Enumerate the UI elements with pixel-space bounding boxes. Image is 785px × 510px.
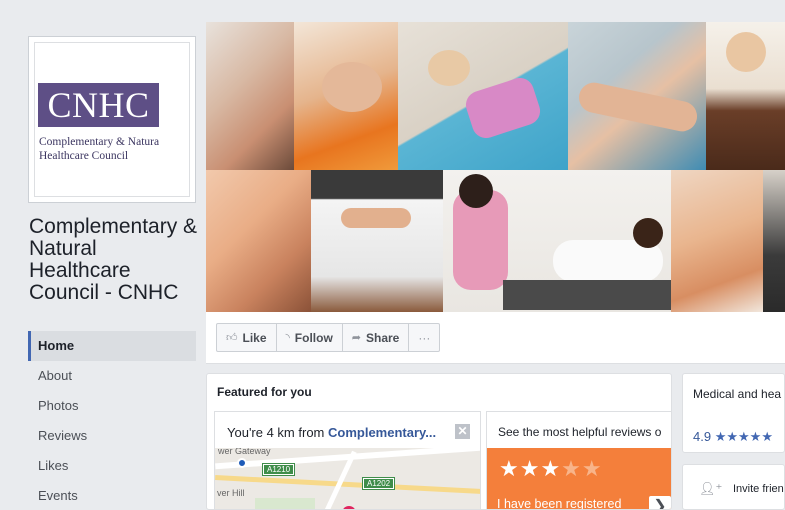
- reviews-card[interactable]: See the most helpful reviews o ★★★★★ I h…: [486, 411, 671, 510]
- follow-button[interactable]: ◝ Follow: [275, 323, 343, 352]
- cnhc-logo: CNHC Complementary & Natura Healthcare C…: [34, 42, 190, 197]
- nav-item-likes[interactable]: Likes: [28, 451, 196, 481]
- page-nav: Home About Photos Reviews Likes Events: [28, 331, 196, 510]
- cover-tile-ear: [206, 22, 294, 170]
- cover-photo[interactable]: [206, 22, 785, 312]
- close-icon[interactable]: ✕: [455, 424, 470, 439]
- cover-tile-woman-mat: [398, 22, 568, 170]
- logo-subtitle: Complementary & Natura Healthcare Counci…: [39, 136, 160, 162]
- cover-tile-foot: [671, 170, 763, 312]
- invite-card: 👤︎⁺ Invite friend: [682, 464, 785, 510]
- road-label-a1210: A1210: [261, 463, 296, 476]
- page-title[interactable]: Complementary & Natural Healthcare Counc…: [29, 216, 204, 304]
- cover-tile-back-massage: [706, 22, 785, 170]
- profile-picture[interactable]: CNHC Complementary & Natura Healthcare C…: [28, 36, 196, 203]
- logo-mark: CNHC: [38, 83, 159, 127]
- location-card-heading: You're 4 km from Complementary...: [227, 425, 437, 440]
- add-friend-icon: 👤︎⁺: [699, 481, 723, 496]
- rss-icon: ◝: [285, 332, 290, 344]
- like-button[interactable]: 👍︎ Like: [216, 323, 277, 352]
- more-button[interactable]: ···: [408, 323, 441, 352]
- page-link[interactable]: Complementary...: [328, 425, 436, 440]
- share-arrow-icon: ➦: [351, 332, 361, 344]
- action-bar: 👍︎ Like ◝ Follow ➦ Share ···: [206, 312, 785, 364]
- reviews-card-heading: See the most helpful reviews o: [498, 425, 662, 439]
- nav-item-home[interactable]: Home: [28, 331, 196, 361]
- map-label-gateway: wer Gateway: [218, 448, 271, 456]
- map-thumbnail[interactable]: wer Gateway A1210 A1202 ver Hill: [215, 448, 480, 509]
- left-column: CNHC Complementary & Natura Healthcare C…: [0, 0, 206, 510]
- nav-item-reviews[interactable]: Reviews: [28, 421, 196, 451]
- cover-tile-consultation: [443, 170, 671, 312]
- more-dots-icon: ···: [418, 330, 431, 345]
- cover-tile-leg-massage: [568, 22, 706, 170]
- star-rating-icon: ★★★★★: [499, 456, 603, 481]
- share-button[interactable]: ➦ Share: [341, 323, 410, 352]
- transit-icon: [237, 458, 247, 468]
- nav-item-events[interactable]: Events: [28, 481, 196, 510]
- location-card[interactable]: You're 4 km from Complementary... ✕ wer …: [214, 411, 481, 509]
- page-rating[interactable]: 4.9 ★★★★★: [693, 429, 773, 445]
- cover-tile-head-massage: [294, 22, 398, 170]
- page-category[interactable]: Medical and hea Kingdom: [693, 386, 784, 402]
- rating-stars-icon: ★★★★★: [714, 429, 773, 444]
- page-info-card: Medical and hea Kingdom 4.9 ★★★★★: [682, 373, 785, 453]
- featured-title: Featured for you: [217, 385, 312, 399]
- nav-item-about[interactable]: About: [28, 361, 196, 391]
- next-arrow-icon[interactable]: ❯: [649, 496, 671, 509]
- cover-tile-abdomen: [311, 170, 443, 312]
- action-buttons: 👍︎ Like ◝ Follow ➦ Share ···: [216, 323, 441, 352]
- invite-friends-link[interactable]: Invite friend: [733, 483, 784, 495]
- featured-section: Featured for you You're 4 km from Comple…: [206, 373, 672, 510]
- review-excerpt: I have been registered: [497, 497, 622, 510]
- thumbs-up-icon: 👍︎: [226, 332, 238, 344]
- cover-tile-hands: [206, 170, 311, 312]
- map-pin-icon: [342, 506, 356, 509]
- cover-tile-person: [763, 170, 785, 312]
- review-panel: ★★★★★ I have been registered ❯: [487, 448, 671, 510]
- nav-item-photos[interactable]: Photos: [28, 391, 196, 421]
- map-label-hill: ver Hill: [217, 488, 245, 498]
- road-label-a1202: A1202: [361, 477, 396, 490]
